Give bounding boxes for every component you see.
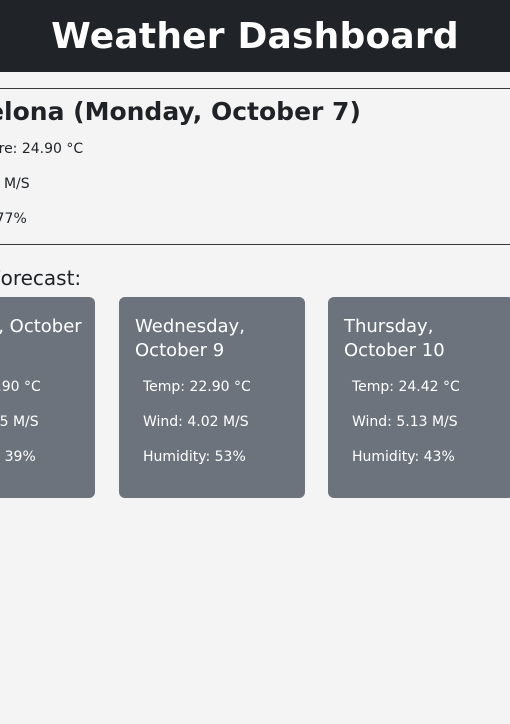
- current-temperature: Temperature: 24.90 °C: [0, 141, 84, 157]
- current-wind: Wind: 3.70 M/S: [0, 176, 30, 192]
- forecast-card-wednesday: Wednesday, October 9 Temp: 22.90 °C Wind…: [119, 297, 305, 498]
- current-humidity: Humidity: 77%: [0, 211, 27, 227]
- main-content: Barcelona (Monday, October 7) Temperatur…: [0, 72, 510, 724]
- forecast-temp: Temp: 24.42 °C: [352, 379, 460, 395]
- forecast-wind: Wind: 4.02 M/S: [143, 414, 249, 430]
- forecast-temp: Temp: 22.90 °C: [143, 379, 251, 395]
- forecast-day-title: Wednesday, October 9: [135, 316, 245, 361]
- forecast-wind: Wind: 5.13 M/S: [352, 414, 458, 430]
- app-header: Weather Dashboard: [0, 0, 510, 72]
- forecast-heading: 5-Day Forecast:: [0, 266, 82, 290]
- forecast-card-thursday: Thursday, October 10 Temp: 24.42 °C Wind…: [328, 297, 510, 498]
- current-weather-panel: Barcelona (Monday, October 7) Temperatur…: [0, 88, 510, 245]
- forecast-wind: Wind: 3.15 M/S: [0, 414, 39, 430]
- forecast-temp: Temp: 23.90 °C: [0, 379, 41, 395]
- forecast-humidity: Humidity: 53%: [143, 449, 246, 465]
- forecast-day-title: Tuesday, October 8: [0, 316, 82, 337]
- current-city-heading: Barcelona (Monday, October 7): [0, 97, 361, 126]
- forecast-day-title: Thursday, October 10: [344, 316, 445, 361]
- page-title: Weather Dashboard: [51, 15, 459, 57]
- forecast-humidity: Humidity: 43%: [352, 449, 455, 465]
- forecast-humidity: Humidity: 39%: [0, 449, 36, 465]
- forecast-card-tuesday: Tuesday, October 8 Temp: 23.90 °C Wind: …: [0, 297, 95, 498]
